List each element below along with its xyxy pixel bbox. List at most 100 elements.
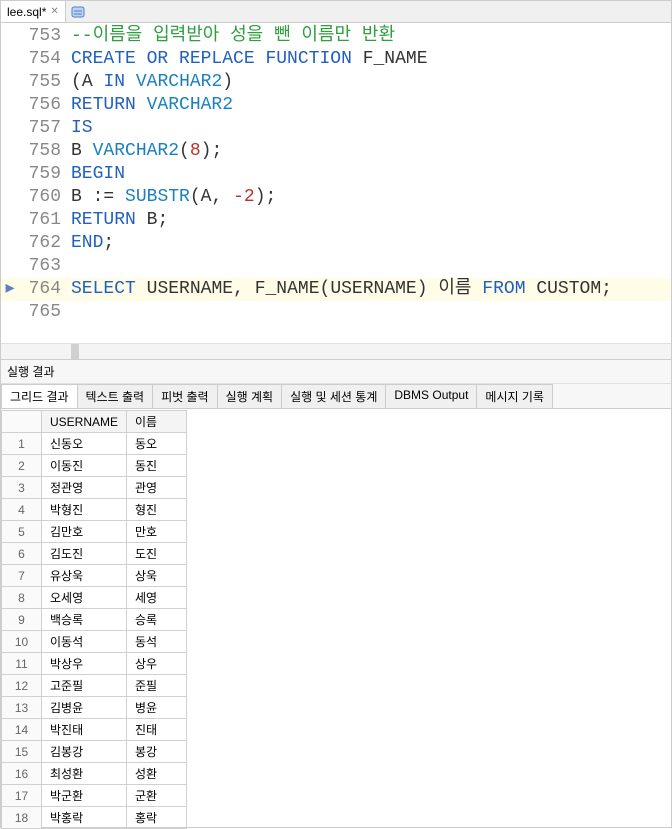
row-number-cell[interactable]: 7 — [2, 565, 42, 587]
row-number-cell[interactable]: 11 — [2, 653, 42, 675]
editor-line[interactable]: 761RETURN B; — [1, 209, 671, 232]
row-number-cell[interactable]: 18 — [2, 807, 42, 829]
row-number-cell[interactable]: 3 — [2, 477, 42, 499]
results-tab[interactable]: 텍스트 출력 — [77, 384, 154, 408]
row-number-cell[interactable]: 16 — [2, 763, 42, 785]
editor-line[interactable]: 763 — [1, 255, 671, 278]
data-cell[interactable]: 김봉강 — [42, 741, 127, 763]
row-number-cell[interactable]: 17 — [2, 785, 42, 807]
editor-line[interactable]: 754CREATE OR REPLACE FUNCTION F_NAME — [1, 48, 671, 71]
data-cell[interactable]: 김도진 — [42, 543, 127, 565]
editor-line[interactable]: 755(A IN VARCHAR2) — [1, 71, 671, 94]
data-cell[interactable]: 정관영 — [42, 477, 127, 499]
row-number-cell[interactable]: 1 — [2, 433, 42, 455]
table-row[interactable]: 8오세영세영 — [2, 587, 187, 609]
results-tab[interactable]: 실행 및 세션 통계 — [281, 384, 386, 408]
column-header[interactable]: USERNAME — [42, 411, 127, 433]
data-cell[interactable]: 봉강 — [127, 741, 187, 763]
file-tab-active[interactable]: lee.sql* ✕ — [1, 1, 66, 22]
row-number-cell[interactable]: 15 — [2, 741, 42, 763]
data-cell[interactable]: 박군환 — [42, 785, 127, 807]
data-cell[interactable]: 이동진 — [42, 455, 127, 477]
data-cell[interactable]: 박홍락 — [42, 807, 127, 829]
editor-line[interactable]: 757IS — [1, 117, 671, 140]
table-row[interactable]: 13김병윤병윤 — [2, 697, 187, 719]
table-row[interactable]: 3정관영관영 — [2, 477, 187, 499]
data-cell[interactable]: 상욱 — [127, 565, 187, 587]
editor-line[interactable]: 758B VARCHAR2(8); — [1, 140, 671, 163]
data-cell[interactable]: 동오 — [127, 433, 187, 455]
row-number-cell[interactable]: 4 — [2, 499, 42, 521]
data-cell[interactable]: 승록 — [127, 609, 187, 631]
table-row[interactable]: 11박상우상우 — [2, 653, 187, 675]
table-row[interactable]: 16최성환성환 — [2, 763, 187, 785]
table-row[interactable]: 7유상욱상욱 — [2, 565, 187, 587]
table-row[interactable]: 5김만호만호 — [2, 521, 187, 543]
sql-editor[interactable]: 753--이름을 입력받아 성을 뺀 이름만 반환754CREATE OR RE… — [1, 23, 671, 343]
data-cell[interactable]: 성환 — [127, 763, 187, 785]
results-tab[interactable]: 그리드 결과 — [1, 384, 78, 408]
results-grid-wrap[interactable]: USERNAME이름 1신동오동오2이동진동진3정관영관영4박형진형진5김만호만… — [1, 409, 671, 829]
data-cell[interactable]: 진태 — [127, 719, 187, 741]
data-cell[interactable]: 유상욱 — [42, 565, 127, 587]
data-cell[interactable]: 신동오 — [42, 433, 127, 455]
scrollbar-thumb[interactable] — [71, 344, 79, 359]
table-row[interactable]: 15김봉강봉강 — [2, 741, 187, 763]
data-cell[interactable]: 상우 — [127, 653, 187, 675]
data-cell[interactable]: 군환 — [127, 785, 187, 807]
table-row[interactable]: 4박형진형진 — [2, 499, 187, 521]
data-cell[interactable]: 박형진 — [42, 499, 127, 521]
editor-line[interactable]: 760B := SUBSTR(A, -2); — [1, 186, 671, 209]
column-header[interactable]: 이름 — [127, 411, 187, 433]
results-tab[interactable]: DBMS Output — [385, 384, 477, 408]
table-row[interactable]: 18박홍락홍락 — [2, 807, 187, 829]
close-icon[interactable]: ✕ — [50, 6, 58, 17]
row-number-cell[interactable]: 14 — [2, 719, 42, 741]
table-row[interactable]: 17박군환군환 — [2, 785, 187, 807]
row-number-cell[interactable]: 8 — [2, 587, 42, 609]
data-cell[interactable]: 도진 — [127, 543, 187, 565]
data-cell[interactable]: 홍락 — [127, 807, 187, 829]
data-cell[interactable]: 박상우 — [42, 653, 127, 675]
row-number-cell[interactable]: 13 — [2, 697, 42, 719]
row-number-cell[interactable]: 2 — [2, 455, 42, 477]
data-cell[interactable]: 고준필 — [42, 675, 127, 697]
row-number-cell[interactable]: 6 — [2, 543, 42, 565]
results-tab[interactable]: 피벗 출력 — [152, 384, 218, 408]
row-number-header[interactable] — [2, 411, 42, 433]
table-row[interactable]: 10이동석동석 — [2, 631, 187, 653]
data-cell[interactable]: 최성환 — [42, 763, 127, 785]
editor-line[interactable]: 759BEGIN — [1, 163, 671, 186]
data-cell[interactable]: 백승록 — [42, 609, 127, 631]
editor-line[interactable]: 756RETURN VARCHAR2 — [1, 94, 671, 117]
table-row[interactable]: 1신동오동오 — [2, 433, 187, 455]
table-row[interactable]: 9백승록승록 — [2, 609, 187, 631]
data-cell[interactable]: 동진 — [127, 455, 187, 477]
data-cell[interactable]: 준필 — [127, 675, 187, 697]
results-tab[interactable]: 실행 계획 — [217, 384, 283, 408]
sql-icon[interactable] — [70, 4, 86, 20]
results-tab[interactable]: 메시지 기록 — [476, 384, 553, 408]
data-cell[interactable]: 만호 — [127, 521, 187, 543]
row-number-cell[interactable]: 9 — [2, 609, 42, 631]
table-row[interactable]: 6김도진도진 — [2, 543, 187, 565]
table-row[interactable]: 2이동진동진 — [2, 455, 187, 477]
editor-line[interactable]: 762END; — [1, 232, 671, 255]
data-cell[interactable]: 김만호 — [42, 521, 127, 543]
row-number-cell[interactable]: 12 — [2, 675, 42, 697]
data-cell[interactable]: 형진 — [127, 499, 187, 521]
data-cell[interactable]: 병윤 — [127, 697, 187, 719]
editor-hscrollbar[interactable] — [1, 343, 671, 359]
data-cell[interactable]: 세영 — [127, 587, 187, 609]
row-number-cell[interactable]: 10 — [2, 631, 42, 653]
data-cell[interactable]: 오세영 — [42, 587, 127, 609]
data-cell[interactable]: 동석 — [127, 631, 187, 653]
row-number-cell[interactable]: 5 — [2, 521, 42, 543]
editor-line[interactable]: ▸764SELECT USERNAME, F_NAME(USERNAME) 이름… — [1, 278, 671, 301]
data-cell[interactable]: 김병윤 — [42, 697, 127, 719]
editor-line[interactable]: 765 — [1, 301, 671, 324]
data-cell[interactable]: 이동석 — [42, 631, 127, 653]
table-row[interactable]: 14박진태진태 — [2, 719, 187, 741]
table-row[interactable]: 12고준필준필 — [2, 675, 187, 697]
data-cell[interactable]: 박진태 — [42, 719, 127, 741]
